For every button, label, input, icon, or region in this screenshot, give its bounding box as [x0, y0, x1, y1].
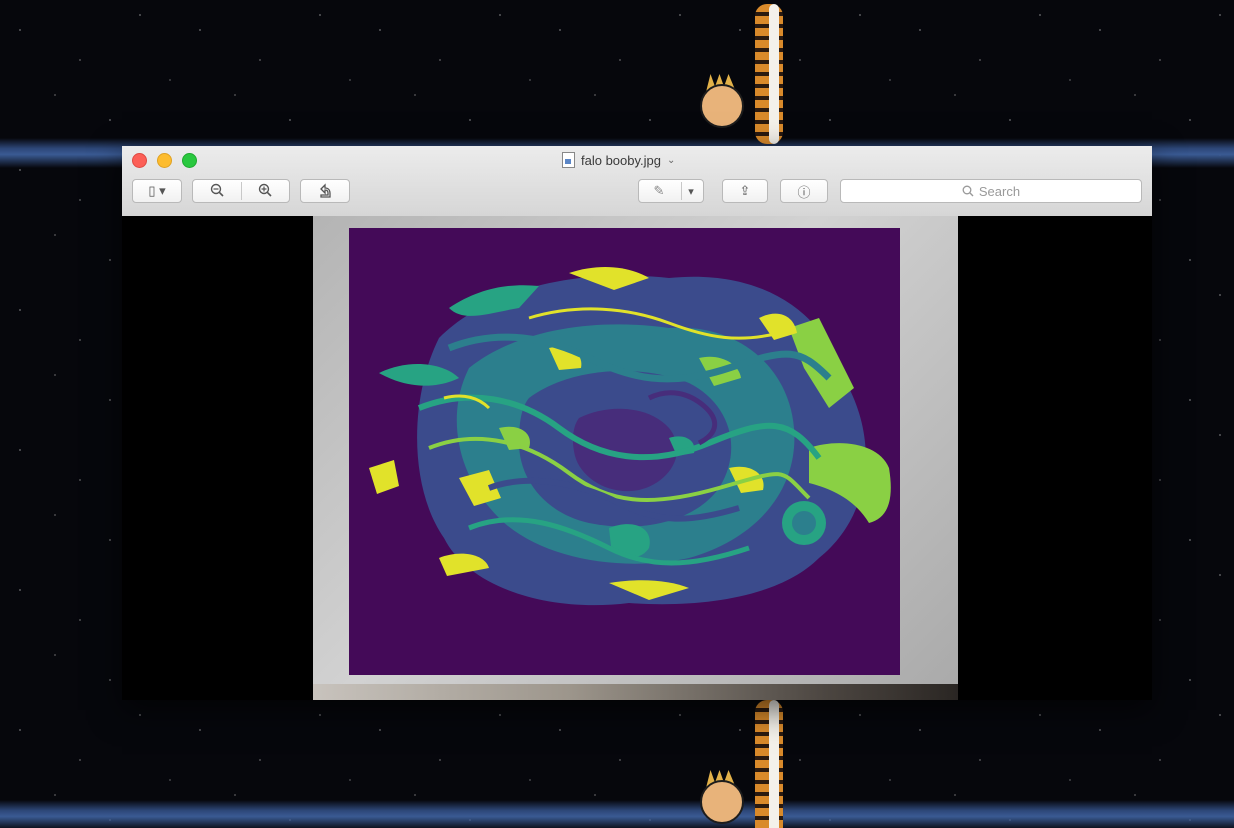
info-button[interactable]: ⓘ — [780, 179, 828, 203]
wallpaper-horizon — [0, 800, 1234, 828]
sidebar-view-button[interactable]: ▯ ▾ — [132, 179, 182, 203]
minimize-window-button[interactable] — [157, 153, 172, 168]
search-placeholder: Search — [978, 183, 1021, 199]
image-file-icon — [562, 152, 575, 168]
zoom-in-button[interactable] — [241, 183, 289, 200]
markup-pen-icon[interactable]: ✎ — [639, 183, 679, 199]
preview-window: falo booby.jpg ⌄ ▯ ▾ ✎ ▾ ⇪ ⓘ Search — [122, 146, 1152, 700]
markup-segmented-control: ✎ ▾ — [638, 179, 704, 203]
info-icon: ⓘ — [797, 184, 811, 200]
zoom-segmented-control — [192, 179, 290, 203]
abstract-artwork — [349, 228, 900, 675]
markup-menu-chevron-icon[interactable]: ▾ — [679, 185, 703, 198]
wallpaper-figure — [700, 4, 810, 144]
zoom-out-button[interactable] — [193, 183, 241, 200]
window-title[interactable]: falo booby.jpg ⌄ — [562, 150, 675, 170]
wallpaper-figure — [700, 700, 810, 828]
rotate-button[interactable] — [300, 179, 350, 203]
photo-bottom-edge — [313, 684, 958, 700]
window-title-text: falo booby.jpg — [581, 152, 661, 168]
image-viewport[interactable] — [122, 216, 1152, 700]
zoom-in-icon — [258, 183, 272, 197]
displayed-image — [349, 228, 900, 675]
photo-image — [313, 216, 958, 700]
rotate-left-icon — [320, 183, 331, 198]
search-icon — [962, 185, 974, 197]
search-field[interactable]: Search — [840, 179, 1142, 203]
zoom-out-icon — [210, 183, 224, 197]
close-window-button[interactable] — [132, 153, 147, 168]
zoom-window-button[interactable] — [182, 153, 197, 168]
title-bar[interactable]: falo booby.jpg ⌄ ▯ ▾ ✎ ▾ ⇪ ⓘ Search — [122, 146, 1152, 217]
share-button[interactable]: ⇪ — [722, 179, 768, 203]
share-icon: ⇪ — [739, 183, 751, 198]
chevron-down-icon: ⌄ — [667, 154, 676, 166]
